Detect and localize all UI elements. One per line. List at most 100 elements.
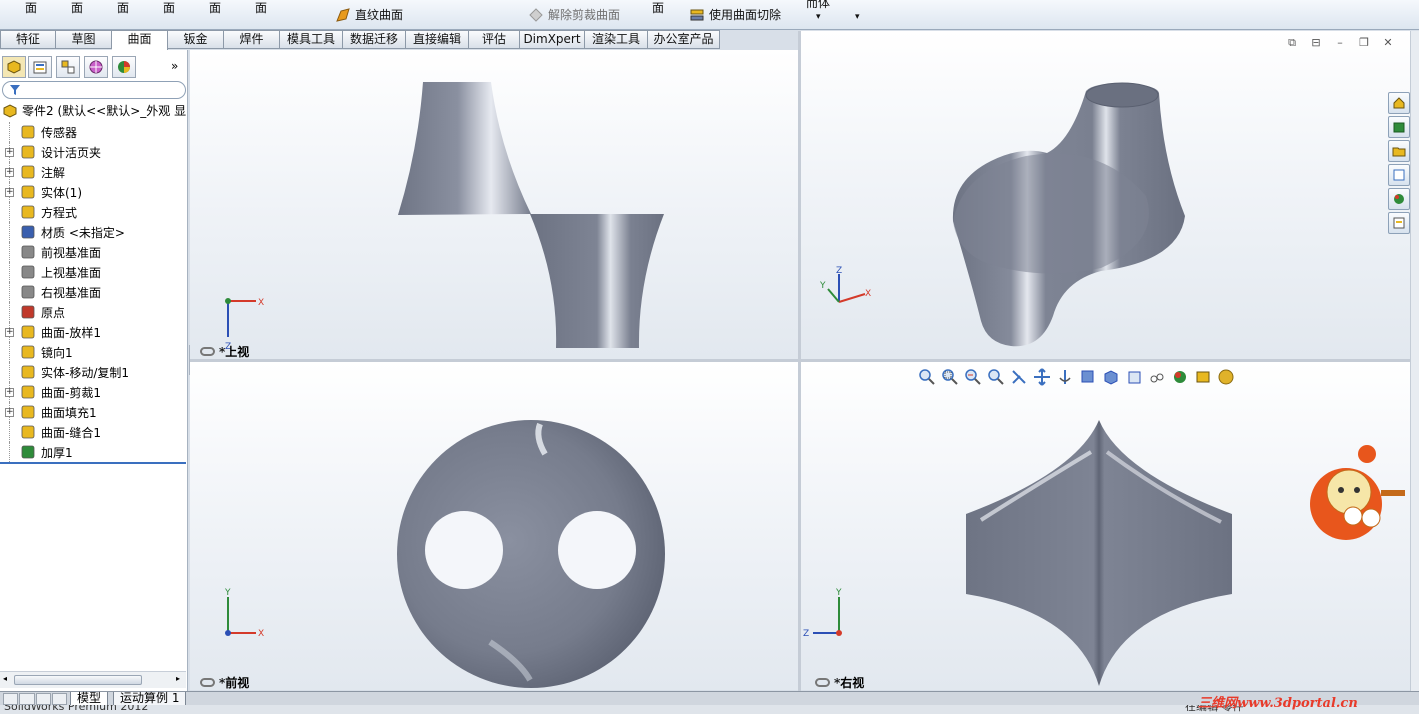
tab-evaluate[interactable]: 评估 bbox=[469, 30, 520, 49]
untrim-surface-button[interactable]: 解除剪裁曲面 bbox=[528, 6, 620, 23]
ribbon-face-label[interactable]: 面 bbox=[255, 0, 267, 16]
zoom-in-out-icon[interactable] bbox=[987, 368, 1005, 386]
viewport-right[interactable]: Y Z *右视 bbox=[801, 362, 1419, 690]
expand-icon[interactable]: + bbox=[5, 168, 14, 177]
minimize-icon[interactable]: – bbox=[1333, 37, 1347, 49]
tree-node[interactable]: 原点 bbox=[0, 302, 188, 322]
view-setting-icon[interactable] bbox=[1148, 368, 1166, 386]
tab-motion-study[interactable]: 运动算例 1 bbox=[113, 692, 187, 706]
more-tabs-icon[interactable]: » bbox=[171, 59, 178, 73]
hide-show-items-icon[interactable] bbox=[1125, 368, 1143, 386]
tree-node[interactable]: + 曲面-剪裁1 bbox=[0, 382, 188, 402]
dropdown-arrow-icon[interactable]: ▾ bbox=[816, 12, 821, 22]
ribbon-face-label[interactable]: 面 bbox=[25, 0, 37, 16]
tab-sketch[interactable]: 草图 bbox=[56, 30, 112, 49]
part-root-node[interactable]: 零件2 (默认<<默认>_外观 显 bbox=[2, 102, 186, 119]
tree-node[interactable]: + 曲面-放样1 bbox=[0, 322, 188, 342]
link-view-icon[interactable] bbox=[815, 678, 830, 687]
tree-node[interactable]: 曲面-缝合1 bbox=[0, 422, 188, 442]
pan-icon[interactable] bbox=[1033, 368, 1051, 386]
plane-icon bbox=[21, 285, 35, 299]
design-library-tab[interactable] bbox=[1388, 116, 1410, 138]
scroll-thumb[interactable] bbox=[14, 675, 142, 685]
cut-with-surface-button[interactable]: 使用曲面切除 bbox=[689, 6, 781, 23]
tree-node[interactable]: + 曲面填充1 bbox=[0, 402, 188, 422]
tree-node[interactable]: 材质 <未指定> bbox=[0, 222, 188, 242]
restore-icon[interactable]: ❐ bbox=[1357, 37, 1371, 49]
viewport-horizontal-splitter[interactable] bbox=[190, 359, 1419, 362]
tab-mold-tools[interactable]: 模具工具 bbox=[280, 30, 343, 49]
tab-data-migration[interactable]: 数据迁移 bbox=[343, 30, 406, 49]
tab-dimxpert[interactable]: DimXpert bbox=[520, 30, 585, 49]
ribbon-face-label[interactable]: 面 bbox=[71, 0, 83, 16]
viewport-front[interactable]: Y X *前视 bbox=[190, 362, 798, 690]
tab-surfaces[interactable]: 曲面 bbox=[112, 30, 168, 50]
close-icon[interactable]: ✕ bbox=[1381, 37, 1395, 49]
edit-appearance-icon[interactable] bbox=[1171, 368, 1189, 386]
tree-node[interactable]: 上视基准面 bbox=[0, 262, 188, 282]
realview-icon[interactable] bbox=[1217, 368, 1235, 386]
viewport-isometric[interactable]: Z X Y ⧉ ⊟ – ❐ ✕ bbox=[801, 31, 1419, 359]
dropdown-arrow-icon[interactable]: ▾ bbox=[855, 12, 860, 22]
zoom-to-fit-icon[interactable] bbox=[918, 368, 936, 386]
custom-properties-tab[interactable] bbox=[1388, 212, 1410, 234]
previous-view-icon[interactable] bbox=[964, 368, 982, 386]
tree-node[interactable]: 传感器 bbox=[0, 122, 188, 142]
tree-node[interactable]: 方程式 bbox=[0, 202, 188, 222]
property-manager-tab[interactable] bbox=[28, 56, 52, 78]
feature-filter-input[interactable] bbox=[2, 81, 186, 99]
tree-node[interactable]: + 注解 bbox=[0, 162, 188, 182]
rotate-icon[interactable] bbox=[1056, 368, 1074, 386]
feature-tree-scrollbar[interactable]: ◂ ▸ bbox=[0, 671, 186, 688]
link-views-icon[interactable]: ⧉ bbox=[1285, 37, 1299, 49]
tree-node[interactable]: + 实体(1) bbox=[0, 182, 188, 202]
tree-node-label: 原点 bbox=[41, 306, 66, 320]
tree-node[interactable]: 镜向1 bbox=[0, 342, 188, 362]
tab-model[interactable]: 模型 bbox=[70, 692, 109, 706]
tile-views-icon[interactable]: ⊟ bbox=[1309, 37, 1323, 49]
tab-sheet-metal[interactable]: 钣金 bbox=[168, 30, 224, 49]
tree-node[interactable]: 加厚1 bbox=[0, 442, 188, 462]
view-orientation-icon[interactable] bbox=[1079, 368, 1097, 386]
rollback-bar[interactable] bbox=[0, 462, 186, 464]
expand-icon[interactable]: + bbox=[5, 328, 14, 337]
display-manager-tab[interactable] bbox=[112, 56, 136, 78]
scroll-right-icon[interactable]: ▸ bbox=[176, 674, 180, 683]
link-view-icon[interactable] bbox=[200, 678, 215, 687]
expand-icon[interactable]: + bbox=[5, 148, 14, 157]
tree-node[interactable]: + 设计活页夹 bbox=[0, 142, 188, 162]
expand-icon[interactable]: + bbox=[5, 388, 14, 397]
tab-features[interactable]: 特征 bbox=[0, 30, 56, 49]
tab-scroll-buttons[interactable] bbox=[3, 693, 67, 705]
ribbon-face-label[interactable]: 面 bbox=[652, 0, 664, 16]
tab-direct-editing[interactable]: 直接编辑 bbox=[406, 30, 469, 49]
apply-scene-icon[interactable] bbox=[1194, 368, 1212, 386]
tab-office-products[interactable]: 办公室产品 bbox=[648, 30, 720, 49]
ribbon-face-label[interactable]: 面 bbox=[117, 0, 129, 16]
section-view-icon[interactable] bbox=[1010, 368, 1028, 386]
expand-icon[interactable]: + bbox=[5, 188, 14, 197]
ruled-surface-button[interactable]: 直纹曲面 bbox=[335, 6, 403, 23]
scroll-left-icon[interactable]: ◂ bbox=[3, 674, 7, 683]
task-pane-edge[interactable] bbox=[1410, 31, 1419, 691]
tree-node[interactable]: 右视基准面 bbox=[0, 282, 188, 302]
ribbon-face-label[interactable]: 面 bbox=[163, 0, 175, 16]
tree-node[interactable]: 前视基准面 bbox=[0, 242, 188, 262]
feature-tree-tab[interactable] bbox=[2, 56, 26, 78]
view-palette-tab[interactable] bbox=[1388, 164, 1410, 186]
viewport-top[interactable]: X Z *上视 bbox=[190, 50, 798, 359]
solidworks-resources-tab[interactable] bbox=[1388, 92, 1410, 114]
configuration-manager-tab[interactable] bbox=[56, 56, 80, 78]
expand-icon[interactable]: + bbox=[5, 408, 14, 417]
dimxpert-manager-tab[interactable] bbox=[84, 56, 108, 78]
tab-render-tools[interactable]: 渲染工具 bbox=[585, 30, 648, 49]
appearances-tab[interactable] bbox=[1388, 188, 1410, 210]
display-style-icon[interactable] bbox=[1102, 368, 1120, 386]
file-explorer-tab[interactable] bbox=[1388, 140, 1410, 162]
zoom-to-area-icon[interactable] bbox=[941, 368, 959, 386]
ribbon-solid-label[interactable]: 而体 bbox=[806, 0, 830, 11]
ribbon-face-label[interactable]: 面 bbox=[209, 0, 221, 16]
link-view-icon[interactable] bbox=[200, 347, 215, 356]
tree-node[interactable]: 实体-移动/复制1 bbox=[0, 362, 188, 382]
tab-weldments[interactable]: 焊件 bbox=[224, 30, 280, 49]
